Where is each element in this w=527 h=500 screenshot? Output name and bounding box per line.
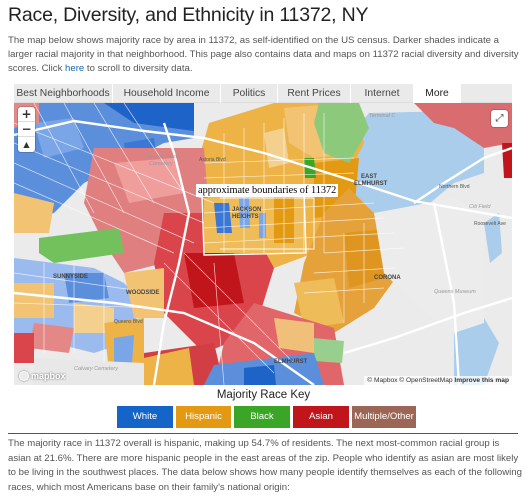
label-northern-blvd: Northern Blvd [439,184,470,190]
key-black: Black [234,406,290,428]
label-citi-field: Citi Field [469,204,491,210]
label-woodside: WOODSIDE [126,290,159,296]
mapbox-logo[interactable]: mapbox [19,371,66,381]
key-title: Majority Race Key [216,389,311,401]
compass-button[interactable]: ▲ [18,137,35,152]
key-multiple-other: Multiple/Other [352,406,416,428]
label-queens-blvd: Queens Blvd [114,319,143,325]
boundary-label: approximate boundaries of 11372 [196,184,339,197]
page-title: Race, Diversity, and Ethnicity in 11372,… [8,4,369,26]
label-east-elmhurst: EAST [361,174,377,180]
mapbox-logo-text: mapbox [31,371,66,381]
intro-paragraph: The map below shows majority race by are… [8,34,523,76]
label-queens-museum: Queens Museum [434,289,476,295]
tab-rent-prices[interactable]: Rent Prices [278,84,351,103]
fullscreen-button[interactable]: ⤢ [491,110,508,127]
tab-more[interactable]: More [414,84,461,103]
race-map[interactable]: Saint Michael's Cemetery JACKSON HEIGHTS… [14,103,512,385]
label-saint-michaels-cemetery: Saint Michael's [144,154,181,160]
label-roosevelt-ave: Roosevelt Ave [474,221,506,227]
improve-map-link[interactable]: Improve this map [454,377,509,384]
map-attribution: © Mapbox © OpenStreetMap Improve this ma… [364,376,512,385]
fullscreen-icon: ⤢ [495,113,504,124]
tab-internet[interactable]: Internet [351,84,414,103]
tab-household-income[interactable]: Household Income [113,84,221,103]
label-saint-michaels-cemetery-2: Cemetery [149,161,174,167]
map-canvas: Saint Michael's Cemetery JACKSON HEIGHTS… [14,103,512,385]
scroll-to-diversity-link[interactable]: here [65,63,84,74]
attribution-osm-link[interactable]: © OpenStreetMap [399,377,452,384]
label-elmhurst: ELMHURST [274,359,308,365]
key-asian: Asian [293,406,349,428]
key-hispanic: Hispanic [176,406,231,428]
race-key: White Hispanic Black Asian Multiple/Othe… [117,406,416,428]
zoom-in-button[interactable]: + [18,107,35,122]
label-terminal-c: Terminal C [369,113,395,119]
key-white: White [117,406,173,428]
label-astoria-blvd: Astoria Blvd [199,157,226,163]
label-calvary-cemetery: Calvary Cemetery [74,366,119,372]
label-east-elmhurst-2: ELMHURST [354,181,388,187]
summary-paragraph: The majority race in 11372 overall is hi… [8,438,522,493]
label-jackson-heights: JACKSON [232,207,261,213]
label-sunnyside: SUNNYSIDE [53,274,88,280]
label-jackson-heights-2: HEIGHTS [232,214,259,220]
tab-politics[interactable]: Politics [221,84,278,103]
label-corona: CORONA [374,275,401,281]
mapbox-logo-icon [19,371,29,381]
tab-bar: Best Neighborhoods Household Income Poli… [14,84,512,103]
section-divider [8,433,518,434]
attribution-mapbox-link[interactable]: © Mapbox [367,377,397,384]
zoom-controls: + − ▲ [18,107,35,152]
zoom-out-button[interactable]: − [18,122,35,137]
tab-best-neighborhoods[interactable]: Best Neighborhoods [14,84,113,103]
intro-suffix: to scroll to diversity data. [84,63,193,74]
